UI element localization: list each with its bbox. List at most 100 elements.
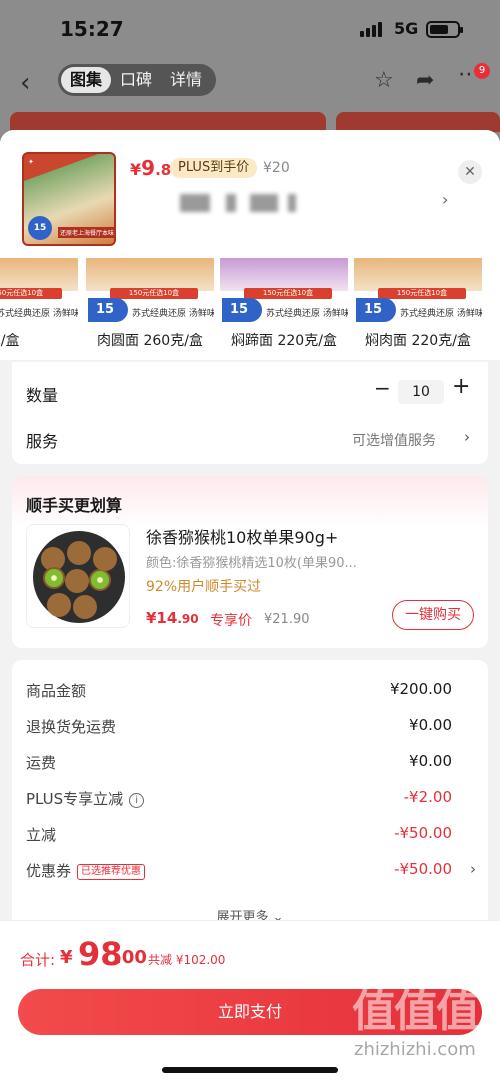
sku-option[interactable]: 150元任选10盒 15 苏式经典还原 汤鲜味美 焖肉面 220克/盒 [354, 258, 482, 358]
chevron-right-icon[interactable]: › [442, 190, 448, 209]
addon-original-price: ¥21.90 [264, 612, 310, 627]
sku-label: 肉圆面 260克/盒 [97, 333, 203, 349]
sku-label: 焖肉面 220克/盒 [365, 333, 471, 349]
sku-ribbon: 150元任选10盒 [110, 288, 198, 299]
sku-price: 15 [356, 298, 396, 322]
summary-label: 商品金额 [26, 682, 87, 700]
sku-price: 15 [222, 298, 262, 322]
plus-price: ¥9.8 [130, 156, 171, 180]
tab-details[interactable]: 详情 [161, 67, 211, 93]
background-banner [10, 112, 326, 132]
info-icon[interactable]: i [129, 793, 145, 808]
sku-label: 280克/盒 [0, 333, 20, 349]
sku-price: 15 [88, 298, 128, 322]
addon-name[interactable]: 徐香猕猴桃10枚单果90g+ [146, 524, 338, 548]
addon-price-int: ¥14 [146, 609, 178, 627]
sku-label: 焖蹄面 220克/盒 [231, 333, 337, 349]
price-currency: ¥ [130, 160, 142, 179]
sku-ribbon: 150元任选10盒 [378, 288, 466, 299]
addon-percent: 92%用户顺手买过 [146, 579, 262, 595]
addon-title: 顺手买更划算 [26, 496, 123, 515]
summary-label: 优惠券 [26, 862, 72, 880]
total-currency: ¥ [60, 947, 73, 968]
sku-option[interactable]: 150元任选10盒 15 苏式经典还原 汤鲜味美 焖蹄面 220克/盒 [220, 258, 348, 358]
summary-value: -¥2.00 [403, 788, 452, 806]
coupon-tag: 已选推荐优惠 [77, 864, 146, 880]
signal-icon [360, 22, 384, 37]
redacted-text [180, 194, 210, 212]
price-summary: 商品金额 ¥200.00 退换货免运费 ¥0.00 运费 ¥0.00 PLUS专… [12, 660, 488, 940]
thumbnail-price-badge: 15 [28, 216, 52, 240]
summary-value: -¥50.00 [394, 824, 452, 842]
sku-image: 150元任选10盒 15 苏式经典还原 汤鲜味美 [220, 258, 348, 324]
plus-price-tag: PLUS到手价 [170, 158, 258, 178]
battery-icon [426, 21, 463, 38]
summary-value: ¥200.00 [389, 680, 452, 698]
total-saving: 共减 ¥102.00 [148, 953, 226, 967]
sku-slogan: 苏式经典还原 汤鲜味美 [132, 309, 214, 319]
tab-group: 图集 口碑 详情 [58, 64, 216, 96]
sku-slogan: 苏式经典还原 汤鲜味美 [400, 309, 482, 319]
price-integer: 9 [141, 156, 156, 180]
summary-label: 运费 [26, 754, 57, 772]
sku-slogan: 苏式经典还原 汤鲜味美 [266, 309, 348, 319]
summary-value: ¥0.00 [409, 716, 452, 734]
favorite-star-icon[interactable]: ☆ [374, 68, 394, 93]
total-label: 合计: [20, 951, 56, 969]
summary-row: 立减 -¥50.00 [26, 824, 476, 846]
summary-row: 商品金额 ¥200.00 [26, 680, 476, 702]
status-bar: 15:27 5G [0, 0, 500, 56]
kiwi-image[interactable] [26, 524, 130, 628]
redacted-text [226, 194, 236, 212]
quantity-plus-button[interactable]: + [452, 374, 470, 399]
summary-label-wrap: 优惠券 已选推荐优惠 [26, 860, 146, 881]
product-thumbnail[interactable]: ✦ 15 还原老上海餐厅本味 [22, 152, 116, 246]
sku-ribbon: 150元任选10盒 [244, 288, 332, 299]
redacted-text [250, 194, 278, 212]
service-value[interactable]: 可选增值服务 [352, 430, 436, 450]
addon-price: ¥14.90 [146, 608, 199, 627]
quantity-input[interactable]: 10 [398, 380, 444, 404]
sku-options: 150元任选10盒 15 苏式经典还原 汤鲜味美 280克/盒 150元任选10… [0, 258, 500, 360]
addon-spec: 颜色:徐香猕猴桃精选10枚(单果90... [146, 556, 357, 571]
addon-card: 顺手买更划算 徐香猕猴桃10枚单果90g+ 颜色:徐香猕猴桃精选10枚(单果90… [12, 476, 488, 648]
one-click-buy-button[interactable]: 一键购买 [392, 600, 474, 630]
sku-ribbon: 150元任选10盒 [0, 288, 62, 299]
status-time: 15:27 [60, 17, 124, 41]
summary-row: PLUS专享立减 i -¥2.00 [26, 788, 476, 810]
sku-image: 150元任选10盒 15 苏式经典还原 汤鲜味美 [0, 258, 78, 324]
summary-label: PLUS专享立减 [26, 790, 124, 808]
thumbnail-caption: 还原老上海餐厅本味 [58, 227, 114, 238]
coupon-row[interactable]: 优惠券 已选推荐优惠 -¥50.00 › [26, 860, 476, 882]
background-banner [336, 112, 500, 132]
back-icon[interactable]: ‹ [20, 68, 30, 98]
addon-price-tag: 专享价 [210, 613, 252, 629]
total-decimal: .00 [115, 947, 147, 968]
sku-option[interactable]: 150元任选10盒 15 苏式经典还原 汤鲜味美 肉圆面 260克/盒 [86, 258, 214, 358]
checkout-footer: 合计: ¥ 98 .00 共减 ¥102.00 立即支付 值值值 zhizhiz… [0, 920, 500, 1082]
sku-slogan: 苏式经典还原 汤鲜味美 [0, 309, 78, 319]
chevron-right-icon[interactable]: › [464, 428, 470, 446]
redacted-text [288, 194, 296, 212]
summary-row: 运费 ¥0.00 [26, 752, 476, 774]
addon-price-dec: .90 [177, 612, 199, 626]
watermark-site: zhizhizhi.com [354, 1039, 476, 1060]
close-icon[interactable]: ✕ [458, 160, 482, 184]
service-label: 服务 [26, 432, 59, 451]
tab-gallery[interactable]: 图集 [61, 67, 112, 93]
sheet-header: ✦ 15 还原老上海餐厅本味 ¥9.8 PLUS到手价 ¥20 ✕ › [0, 130, 500, 258]
message-badge: 9 [474, 63, 490, 79]
price-decimal: .8 [155, 161, 172, 179]
quantity-label: 数量 [26, 386, 59, 405]
summary-label-wrap: PLUS专享立减 i [26, 788, 145, 809]
home-indicator [162, 1067, 338, 1073]
sku-option[interactable]: 150元任选10盒 15 苏式经典还原 汤鲜味美 280克/盒 [0, 258, 78, 358]
purchase-sheet: ✦ 15 还原老上海餐厅本味 ¥9.8 PLUS到手价 ¥20 ✕ › 150元… [0, 130, 500, 1082]
share-icon[interactable]: ➦ [416, 68, 434, 93]
original-price: ¥20 [263, 160, 290, 176]
sku-image: 150元任选10盒 15 苏式经典还原 汤鲜味美 [354, 258, 482, 324]
network-label: 5G [394, 19, 419, 38]
quantity-minus-button[interactable]: − [374, 376, 391, 400]
tab-reviews[interactable]: 口碑 [111, 67, 161, 93]
chevron-right-icon[interactable]: › [470, 860, 476, 878]
